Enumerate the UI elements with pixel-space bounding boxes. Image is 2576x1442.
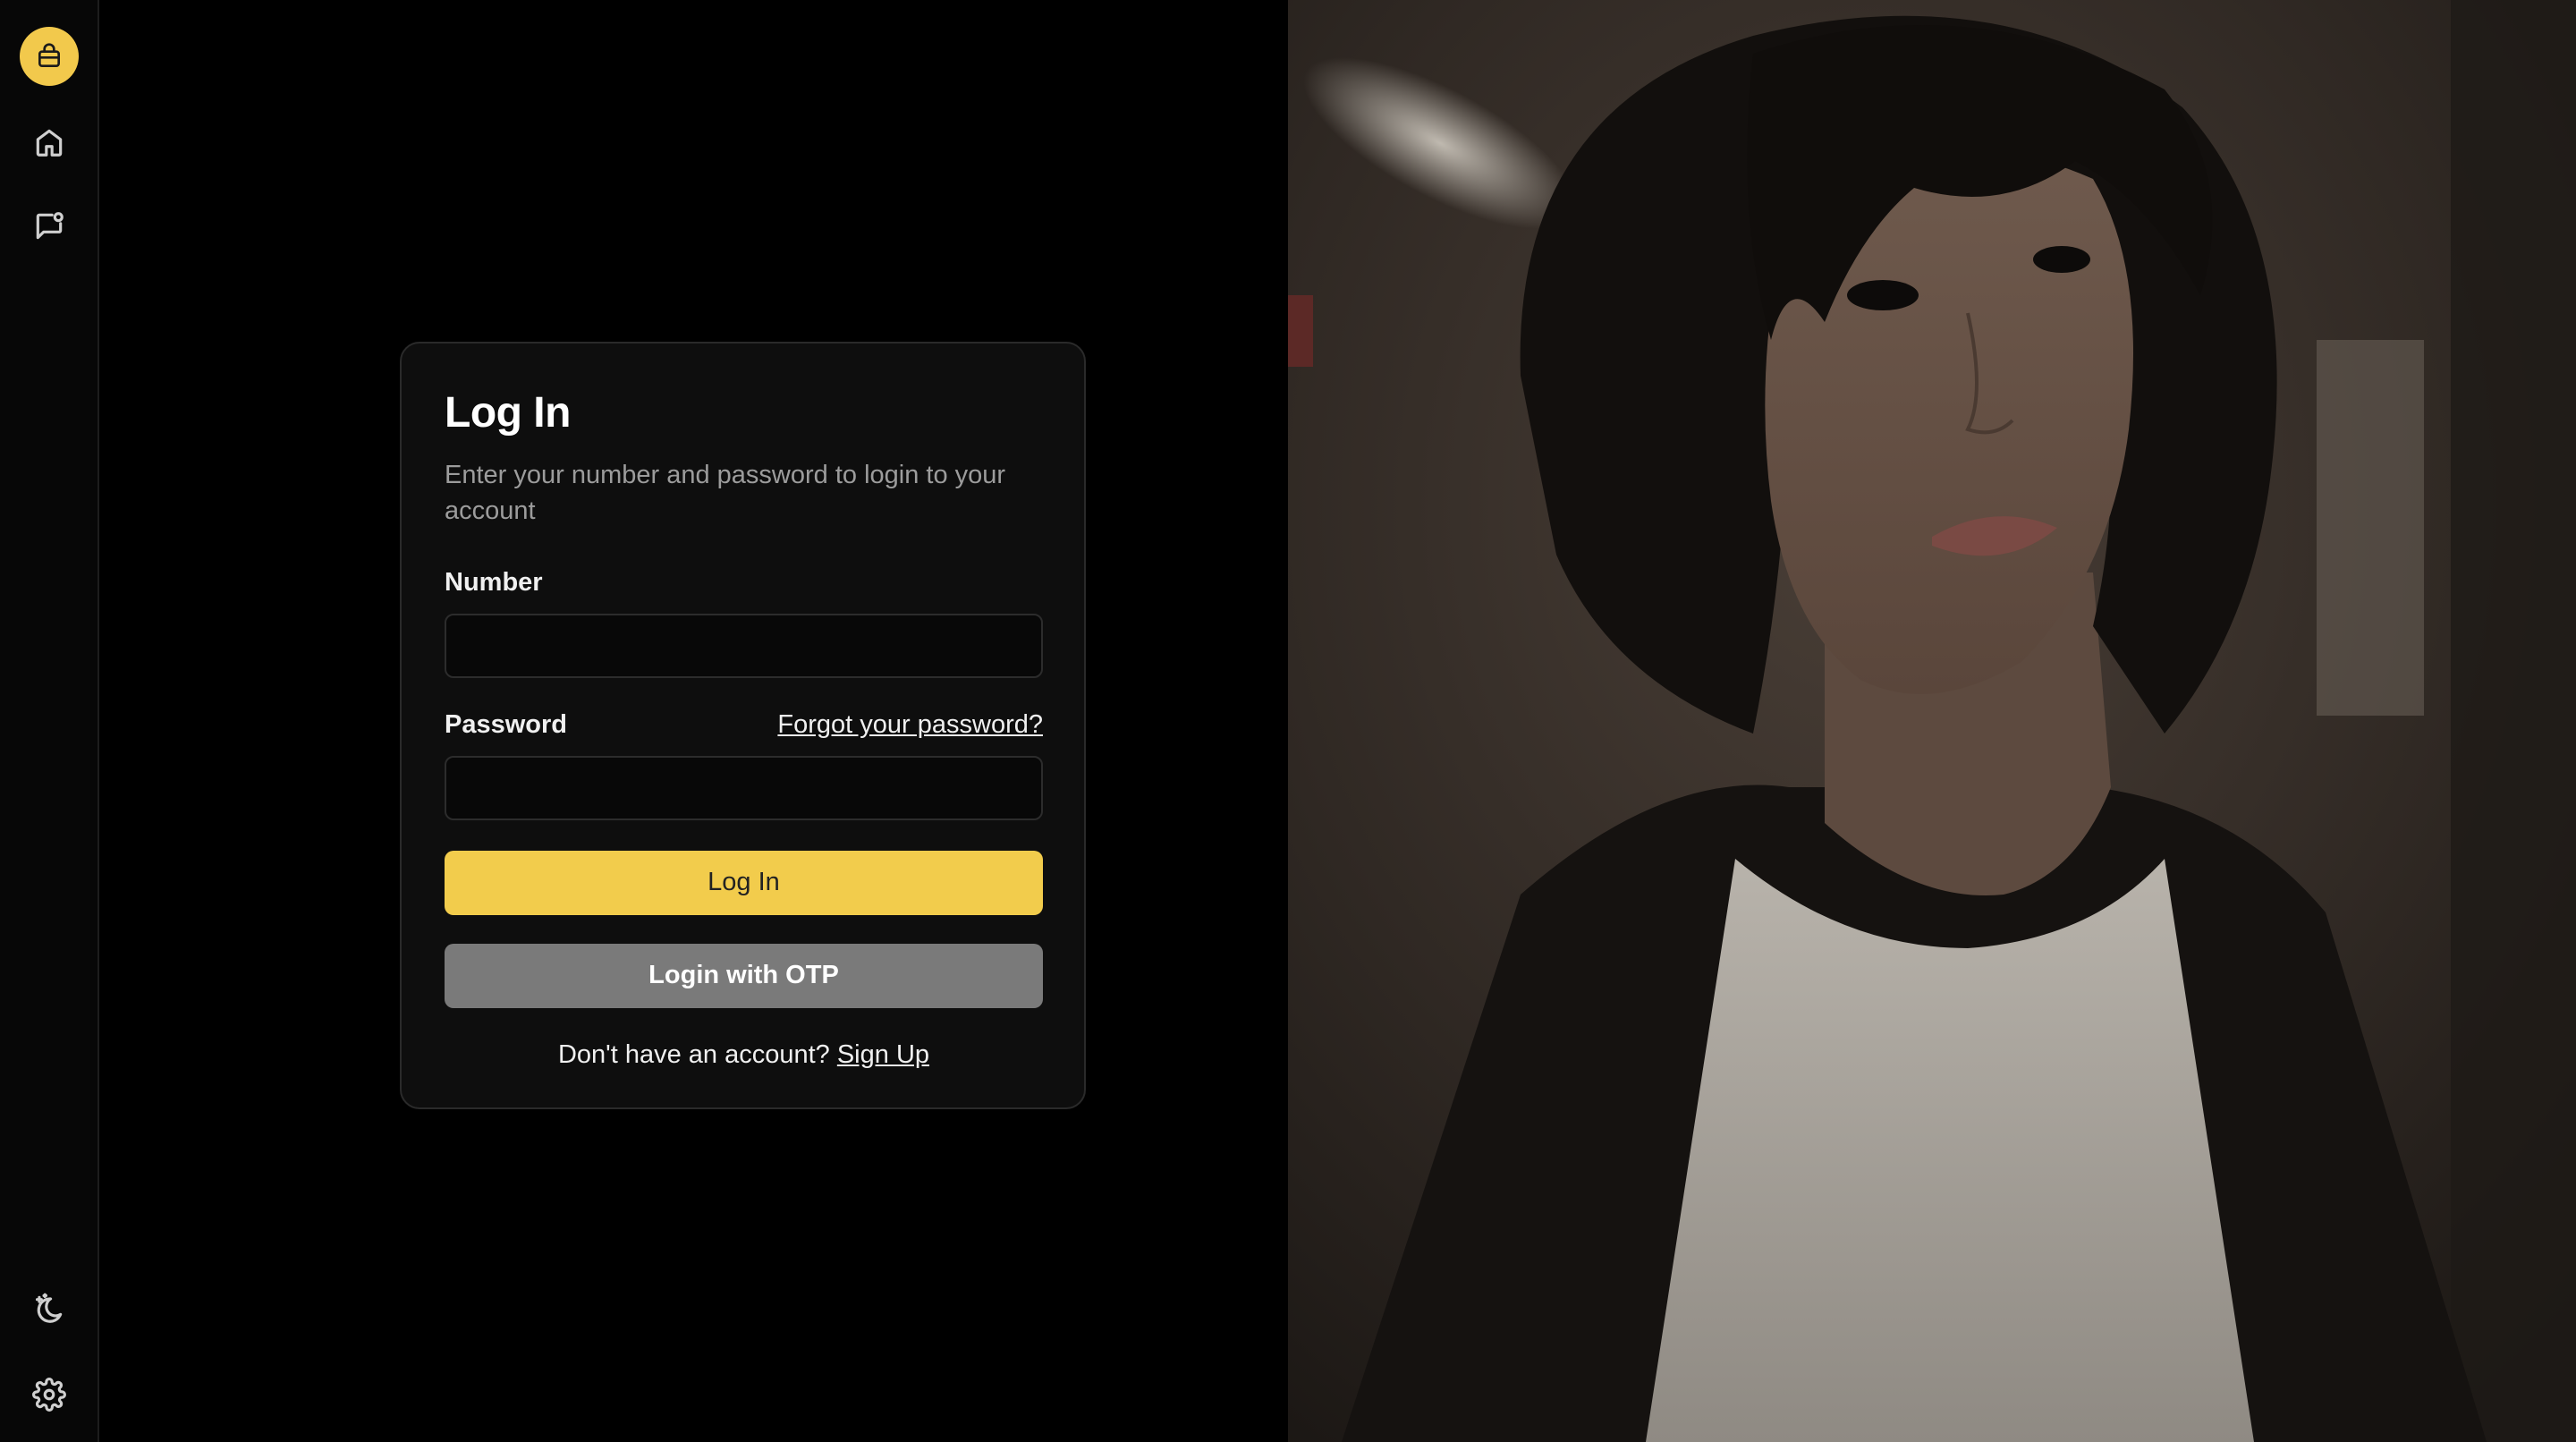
login-pane: Log In Enter your number and password to… [99, 0, 1288, 1442]
message-notification-icon [36, 212, 64, 240]
portrait-photo [1288, 0, 2576, 1442]
password-label: Password [445, 709, 567, 739]
settings-nav-button[interactable] [20, 1365, 79, 1424]
signup-link[interactable]: Sign Up [837, 1040, 929, 1069]
app-root: Log In Enter your number and password to… [0, 0, 2576, 1442]
theme-toggle-button[interactable] [20, 1279, 79, 1338]
signup-row: Don't have an account? Sign Up [445, 1040, 1043, 1070]
messages-nav-button[interactable] [20, 197, 79, 256]
home-nav-button[interactable] [20, 113, 79, 172]
login-button[interactable]: Log In [445, 850, 1043, 915]
password-label-row: Password Forgot your password? [445, 710, 1043, 740]
number-input[interactable] [445, 613, 1043, 678]
number-label: Number [445, 567, 543, 597]
brand-logo-button[interactable] [20, 27, 79, 86]
shopping-bag-icon [38, 43, 60, 67]
home-icon [36, 129, 63, 157]
hero-photo [1288, 0, 2576, 1442]
login-subtitle: Enter your number and password to login … [445, 460, 1006, 525]
password-input[interactable] [445, 755, 1043, 820]
gear-icon [32, 1378, 66, 1412]
login-otp-button[interactable]: Login with OTP [445, 943, 1043, 1008]
sidebar [0, 0, 99, 1442]
forgot-password-link[interactable]: Forgot your password? [777, 710, 1043, 740]
moon-stars-icon [35, 1293, 63, 1323]
page-title: Log In [445, 389, 571, 437]
login-card: Log In Enter your number and password to… [400, 342, 1086, 1109]
signup-prompt: Don't have an account? [557, 1039, 830, 1069]
